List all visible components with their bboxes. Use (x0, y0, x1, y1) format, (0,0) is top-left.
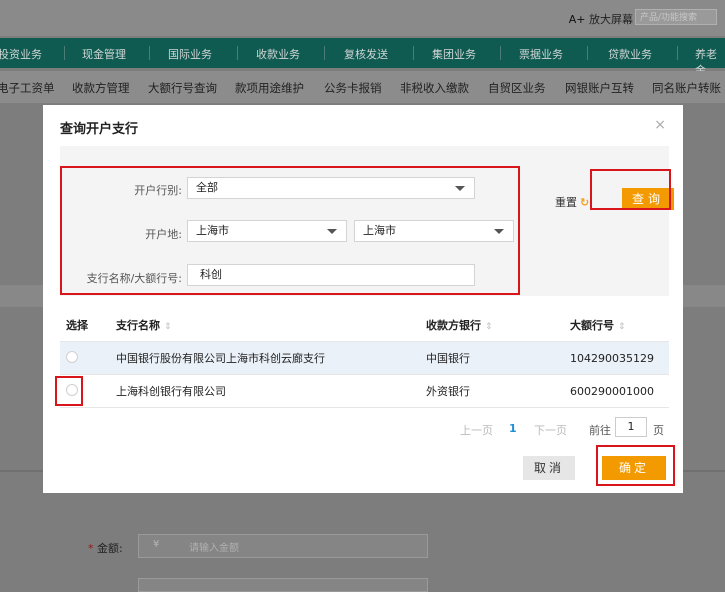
current-page[interactable]: 1 (509, 422, 517, 435)
table-row[interactable]: 中国银行股份有限公司上海市科创云廊支行 中国银行 104290035129 (60, 341, 669, 375)
nav-divider (677, 46, 678, 60)
nav-divider (237, 46, 238, 60)
main-nav: 投资业务 现金管理 国际业务 收款业务 复核发送 集团业务 票据业务 贷款业务 … (0, 38, 725, 77)
currency-symbol: ¥ (153, 539, 160, 550)
subnav-item[interactable]: 大额行号查询 (148, 80, 217, 96)
subnav-item[interactable]: 自贸区业务 (488, 80, 546, 96)
required-mark: * (88, 542, 94, 555)
close-icon[interactable]: × (654, 117, 666, 133)
reset-label: 重置 (555, 196, 577, 209)
payee-bank-cell: 中国银行 (420, 341, 564, 375)
nav-divider (64, 46, 65, 60)
nav-item[interactable]: 集团业务 (432, 46, 476, 62)
zoom-label: 放大屏幕 (589, 13, 633, 26)
goto-label: 前往 (589, 424, 611, 437)
dialog-title: 查询开户支行 (60, 122, 139, 137)
amount-input[interactable]: ¥ 请输入金额 (138, 534, 428, 558)
col-payee-bank[interactable]: 收款方银行 ⇕ (420, 309, 564, 342)
row-select-cell[interactable] (60, 341, 110, 375)
table-header-row: 选择 支行名称 ⇕ 收款方银行 ⇕ 大额行号 ⇕ (60, 309, 669, 342)
zoom-prefix: A+ (568, 13, 586, 26)
col-branch-name[interactable]: 支行名称 ⇕ (110, 309, 420, 342)
bank-code-cell: 600290001000 (564, 374, 669, 408)
subnav-item[interactable]: 网银账户互转 (565, 80, 634, 96)
zoom-screen-link[interactable]: A+ 放大屏幕 (569, 11, 633, 27)
refresh-icon: ↻ (580, 196, 590, 209)
page-unit-label: 页 (653, 424, 664, 437)
nav-divider (413, 46, 414, 60)
amount-label-text: 金额: (97, 542, 123, 555)
top-bar: A+ 放大屏幕 产品/功能搜索 (0, 0, 725, 36)
subnav-item[interactable]: 非税收入缴款 (400, 80, 469, 96)
branch-name-cell: 中国银行股份有限公司上海市科创云廊支行 (110, 341, 420, 375)
amount-label: * 金额: (88, 540, 123, 556)
nav-item[interactable]: 票据业务 (519, 46, 563, 62)
sort-icon[interactable]: ⇕ (164, 322, 172, 332)
col-select: 选择 (60, 309, 110, 342)
col-bank-code-label: 大额行号 (570, 319, 614, 332)
confirm-highlight-box (596, 445, 675, 486)
prev-page-button[interactable]: 上一页 (460, 422, 493, 438)
sort-icon[interactable]: ⇕ (485, 322, 493, 332)
subnav-item[interactable]: 公务卡报销 (324, 80, 382, 96)
filter-highlight-box (60, 166, 520, 295)
payee-bank-cell: 外资银行 (420, 374, 564, 408)
cancel-button[interactable]: 取消 (523, 456, 575, 480)
nav-item[interactable]: 投资业务 (0, 46, 42, 62)
radio-highlight-box (55, 376, 83, 406)
nav-item[interactable]: 收款业务 (256, 46, 300, 62)
nav-divider (587, 46, 588, 60)
product-search-input[interactable]: 产品/功能搜索 (635, 9, 717, 25)
query-highlight-box (590, 169, 671, 210)
nav-item[interactable]: 国际业务 (168, 46, 212, 62)
sub-nav: 电子工资单 收款方管理 大额行号查询 款项用途维护 公务卡报销 非税收入缴款 自… (0, 71, 725, 103)
subnav-item[interactable]: 收款方管理 (72, 80, 130, 96)
subnav-item[interactable]: 同名账户转账 (652, 80, 721, 96)
goto-page-input[interactable]: 1 (615, 417, 647, 437)
amount-placeholder: 请输入金额 (189, 543, 239, 554)
subnav-item[interactable]: 电子工资单 (0, 80, 55, 96)
nav-divider (149, 46, 150, 60)
nav-item[interactable]: 复核发送 (344, 46, 388, 62)
col-branch-name-label: 支行名称 (116, 319, 160, 332)
nav-item[interactable]: 现金管理 (82, 46, 126, 62)
reset-button[interactable]: 重置 ↻ (555, 194, 589, 210)
nav-divider (500, 46, 501, 60)
col-bank-code[interactable]: 大额行号 ⇕ (564, 309, 669, 342)
sort-icon[interactable]: ⇕ (618, 322, 626, 332)
col-payee-bank-label: 收款方银行 (426, 319, 481, 332)
query-branch-dialog: 查询开户支行 × 开户行别: 全部 开户地: 上海市 上海市 支行名称/大额行号… (43, 105, 683, 493)
table-row[interactable]: 上海科创银行有限公司 外资银行 600290001000 (60, 374, 669, 408)
bank-code-cell: 104290035129 (564, 341, 669, 375)
next-form-field[interactable] (138, 578, 428, 592)
branch-name-cell: 上海科创银行有限公司 (110, 374, 420, 408)
next-page-button[interactable]: 下一页 (534, 422, 567, 438)
nav-item[interactable]: 贷款业务 (608, 46, 652, 62)
subnav-item[interactable]: 款项用途维护 (235, 80, 304, 96)
results-table: 选择 支行名称 ⇕ 收款方银行 ⇕ 大额行号 ⇕ 中国银行股份有限公司上海市科创云廊支… (60, 309, 669, 408)
nav-divider (324, 46, 325, 60)
row-radio[interactable] (66, 350, 78, 363)
